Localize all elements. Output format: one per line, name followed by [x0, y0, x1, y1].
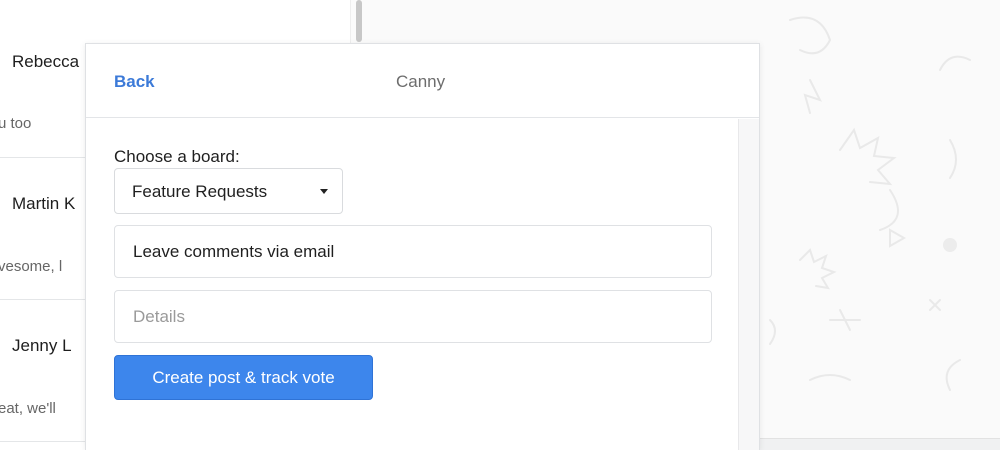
board-label: Choose a board: [114, 147, 240, 166]
post-title-input[interactable] [114, 225, 712, 278]
modal-scrollbar[interactable] [738, 119, 759, 450]
modal-title: Canny [396, 72, 446, 91]
board-select[interactable]: Feature Requests [114, 168, 343, 214]
conversation-name: Rebecca [12, 52, 80, 71]
scrollbar-thumb[interactable] [356, 0, 362, 42]
back-link[interactable]: Back [114, 72, 155, 92]
conversation-snippet: u too [0, 115, 32, 132]
modal-body: Choose a board: Feature Requests Create … [86, 119, 738, 450]
conversation-snippet: vesome, l [0, 258, 63, 275]
create-post-button[interactable]: Create post & track vote [114, 355, 373, 400]
post-details-input[interactable] [114, 290, 712, 343]
caret-down-icon [320, 189, 328, 194]
modal-header: Back Canny [86, 44, 759, 118]
canny-modal: Back Canny Choose a board: Feature Reque… [85, 43, 760, 450]
conversation-snippet: eat, we'll [0, 400, 56, 417]
conversation-name: Jenny L [12, 336, 72, 355]
board-select-value: Feature Requests [132, 182, 268, 201]
conversation-name: Martin K [12, 194, 76, 213]
